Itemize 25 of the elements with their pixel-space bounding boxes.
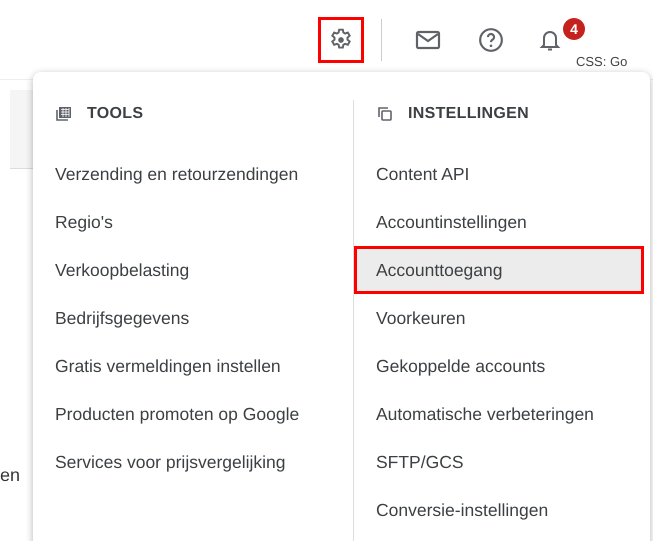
menu-item[interactable]: Producten promoten op Google (55, 390, 353, 438)
menu-item[interactable]: Services voor prijsvergelijking (55, 438, 353, 486)
menu-item[interactable]: Gekoppelde accounts (354, 342, 644, 390)
copy-icon (376, 105, 394, 123)
side-text: CSS: Go (576, 54, 628, 69)
notification-count: 4 (563, 18, 585, 40)
grid-icon (55, 105, 73, 123)
menu-item[interactable]: Regio's (55, 198, 353, 246)
section-title: INSTELLINGEN (408, 105, 529, 123)
menu-item[interactable]: Automatische verbeteringen (354, 390, 644, 438)
menu-item[interactable]: Accounttoegang (354, 246, 644, 294)
partial-text: en (0, 465, 20, 486)
help-icon (478, 26, 504, 52)
menu-item[interactable]: Voorkeuren (354, 294, 644, 342)
mail-icon (415, 28, 441, 50)
menu-item[interactable]: Conversie-instellingen (354, 486, 644, 534)
menu-item[interactable]: Bedrijfsgegevens (55, 294, 353, 342)
section-title: TOOLS (87, 105, 144, 123)
settings-button[interactable] (318, 16, 364, 62)
menu-item[interactable]: Accountinstellingen (354, 198, 644, 246)
menu-item[interactable]: Gratis vermeldingen instellen (55, 342, 353, 390)
menu-item[interactable]: SFTP/GCS (354, 438, 644, 486)
menu-item[interactable]: Content API (354, 150, 644, 198)
menu-item[interactable]: Verzending en retourzendingen (55, 150, 353, 198)
menu-item[interactable]: Verkoopbelasting (55, 246, 353, 294)
